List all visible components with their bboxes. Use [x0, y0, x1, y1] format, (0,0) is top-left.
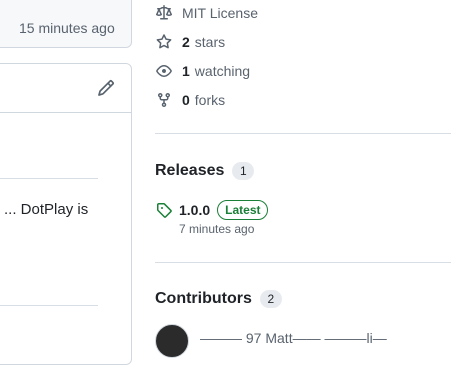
- tag-icon: [157, 203, 172, 218]
- readme-divider: [0, 305, 98, 306]
- forks-count: 0: [182, 92, 190, 108]
- release-name: 1.0.0: [179, 202, 211, 218]
- releases-count: 1: [232, 162, 255, 180]
- releases-heading[interactable]: Releases 1: [155, 162, 255, 180]
- contributors-count: 2: [259, 290, 282, 308]
- pencil-icon[interactable]: [97, 79, 115, 97]
- readme-divider: [0, 178, 98, 179]
- releases-title: Releases: [155, 162, 225, 179]
- contributor-name[interactable]: ——— 97 Matt—— ———li—: [200, 330, 387, 346]
- star-icon: [156, 34, 172, 49]
- sidebar-divider: [155, 133, 451, 134]
- watching-count: 1: [182, 63, 190, 79]
- latest-badge: Latest: [217, 200, 269, 220]
- avatar[interactable]: [155, 324, 189, 358]
- forks-link[interactable]: 0 forks: [156, 92, 225, 108]
- contributors-heading[interactable]: Contributors 2: [155, 290, 282, 308]
- stars-link[interactable]: 2 stars: [156, 34, 225, 50]
- watching-link[interactable]: 1 watching: [156, 63, 250, 79]
- watching-label: watching: [194, 63, 251, 79]
- readme-header-divider: [0, 112, 131, 113]
- license-link[interactable]: MIT License: [156, 5, 258, 21]
- contributors-title: Contributors: [155, 290, 252, 307]
- stars-count: 2: [182, 34, 190, 50]
- eye-icon: [156, 65, 172, 77]
- forks-label: forks: [194, 92, 226, 108]
- release-time: 7 minutes ago: [179, 222, 255, 236]
- readme-text: ... DotPlay is: [4, 201, 89, 218]
- sidebar-divider: [155, 262, 451, 263]
- license-label: MIT License: [182, 5, 258, 21]
- stars-label: stars: [194, 34, 226, 50]
- fork-icon: [158, 93, 170, 108]
- latest-release-link[interactable]: 1.0.0 Latest: [156, 200, 269, 220]
- law-icon: [156, 5, 172, 20]
- commit-time[interactable]: 15 minutes ago: [19, 20, 115, 36]
